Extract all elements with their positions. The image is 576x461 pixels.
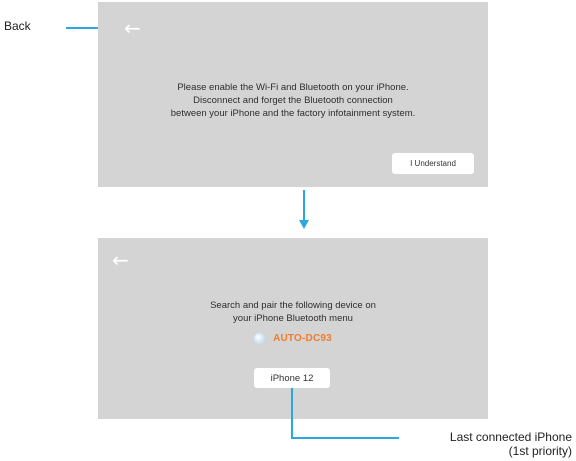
back-arrow-icon[interactable]: ← [124, 18, 141, 38]
message-line: between your iPhone and the factory info… [170, 108, 416, 119]
device-name: AUTO-DC93 [273, 333, 332, 344]
last-connected-line2: (1st priority) [508, 444, 572, 458]
message-line: Please enable the Wi-Fi and Bluetooth on… [177, 82, 409, 93]
device-row: AUTO-DC93 [98, 333, 488, 344]
last-connected-line1: Last connected iPhone [449, 430, 572, 444]
flow-arrow-head [299, 220, 309, 229]
i-understand-button[interactable]: I Understand [392, 153, 474, 174]
pairing-message: Search and pair the following device on … [98, 299, 488, 325]
message-line: Search and pair the following device on [210, 300, 376, 311]
back-arrow-icon[interactable]: ← [112, 250, 129, 270]
flow-arrow-line [303, 190, 305, 220]
pairing-screen: ← Search and pair the following device o… [98, 238, 488, 419]
last-connected-callout-line-horizontal [291, 437, 399, 439]
message-line: your iPhone Bluetooth menu [233, 313, 353, 324]
instruction-screen: ← Please enable the Wi-Fi and Bluetooth … [98, 2, 488, 187]
last-connected-callout-line-vertical [291, 388, 293, 438]
instruction-message: Please enable the Wi-Fi and Bluetooth on… [98, 81, 488, 120]
iphone-device-button[interactable]: iPhone 12 [254, 368, 330, 388]
bluetooth-dot-icon [254, 333, 266, 344]
last-connected-callout-label: Last connected iPhone (1st priority) [450, 430, 572, 458]
back-callout-label: Back [4, 19, 31, 33]
message-line: Disconnect and forget the Bluetooth conn… [193, 95, 393, 106]
